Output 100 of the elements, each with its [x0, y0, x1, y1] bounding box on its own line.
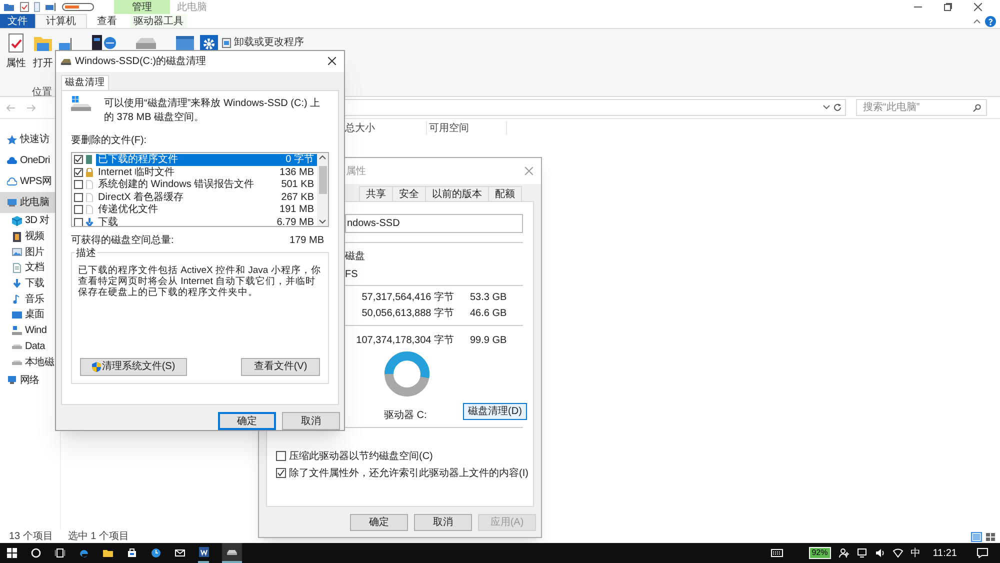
drive-label: 驱动器 C: — [384, 409, 427, 423]
intro-text: 可以使用“磁盘清理”来释放 Windows-SSD (C:) 上的 378 MB 磁盘空间。 — [104, 96, 322, 125]
start-icon[interactable] — [6, 548, 16, 558]
file-size: 6.79 MB — [276, 216, 314, 226]
drive-icon[interactable] — [227, 547, 237, 557]
task-view-icon[interactable] — [54, 548, 64, 558]
checkbox[interactable] — [74, 168, 83, 177]
list-row[interactable]: 传递优化文件 191 MB — [74, 204, 317, 216]
help-icon[interactable] — [985, 16, 996, 26]
tab[interactable]: 配额 — [488, 186, 522, 201]
keyboard-icon[interactable] — [770, 548, 783, 558]
disk-cleanup-button[interactable]: 磁盘清理(D) — [463, 403, 527, 420]
cube-icon — [12, 216, 22, 226]
check-icon — [277, 469, 285, 477]
scroll-down-icon[interactable] — [319, 218, 326, 224]
description-text: 已下载的程序文件包括 ActiveX 控件和 Java 小程序，你查看特定网页时将会从 Internet 自动下载它们，并临时保存在硬盘上的已下载的程序文件夹中。 — [78, 264, 322, 298]
byte-count: 107,374,178,304 字节 — [355, 334, 454, 348]
nav-item[interactable]: 桌面 — [0, 307, 60, 323]
ribbon-tab[interactable]: 驱动器工具 — [130, 14, 187, 28]
ribbon-tab[interactable]: 文件 — [0, 14, 35, 28]
nav-item[interactable]: WPS网 — [0, 171, 60, 192]
close-icon[interactable] — [328, 57, 336, 66]
search-icon[interactable] — [30, 548, 40, 558]
filesystem-text: FS — [345, 268, 359, 281]
volume-icon[interactable] — [874, 548, 885, 558]
nav-item[interactable]: 音乐 — [0, 291, 60, 308]
close-icon[interactable] — [974, 3, 982, 11]
nav-item[interactable]: Data — [0, 338, 60, 354]
media-server-icon[interactable] — [92, 33, 118, 51]
network-icon — [7, 375, 17, 386]
nav-item[interactable]: 本地磁 — [0, 354, 60, 370]
ribbon-tab[interactable]: 查看 — [87, 14, 127, 28]
dialog-button[interactable]: 取消 — [282, 412, 340, 430]
nav-item[interactable]: Wind — [0, 322, 60, 338]
tab[interactable]: 磁盘清理 — [61, 74, 109, 90]
nav-item[interactable]: 3D 对 — [0, 213, 60, 229]
nav-item[interactable]: 下载 — [0, 276, 60, 292]
edge-icon[interactable] — [78, 548, 88, 558]
nav-item[interactable]: 快速访 — [0, 129, 60, 150]
film-icon — [12, 232, 22, 242]
wifi-icon[interactable] — [892, 548, 903, 558]
monitor-icon[interactable] — [856, 548, 867, 558]
file-size: 191 MB — [280, 203, 314, 218]
scrollbar-thumb[interactable] — [318, 166, 326, 194]
view-files-button[interactable]: 查看文件(V) — [241, 358, 320, 376]
checkbox[interactable] — [276, 451, 286, 461]
people-icon[interactable] — [838, 548, 849, 558]
file-size: 267 KB — [281, 190, 314, 205]
nav-item[interactable]: 图片 — [0, 244, 60, 260]
tab[interactable]: 安全 — [392, 186, 426, 201]
details-view-icon[interactable] — [971, 532, 982, 542]
clean-system-button[interactable]: 清理系统文件(S) — [80, 358, 187, 376]
search-field[interactable]: 搜索“此电脑” — [856, 99, 987, 116]
scroll-up-icon[interactable] — [319, 154, 326, 160]
folder-icon[interactable] — [102, 548, 112, 558]
nav-item[interactable]: 视频 — [0, 228, 60, 244]
nav-item[interactable]: 文档 — [0, 260, 60, 276]
input-method-indicator[interactable]: 中 — [910, 546, 921, 560]
file-size: 0 字节 — [286, 153, 314, 168]
list-row[interactable]: DirectX 着色器缓存 267 KB — [74, 191, 317, 204]
monitor-icon[interactable] — [45, 2, 57, 12]
window-icon[interactable] — [174, 33, 196, 51]
notification-icon[interactable] — [977, 548, 988, 558]
tiles-view-icon[interactable] — [985, 532, 996, 542]
checkbox[interactable] — [74, 218, 83, 226]
refresh-icon[interactable] — [833, 103, 842, 112]
list-row[interactable]: 系统创建的 Windows 错误报告文件 501 KB — [74, 178, 317, 192]
nav-item[interactable]: OneDri — [0, 150, 60, 171]
tab[interactable]: 共享 — [359, 186, 393, 201]
checkbox[interactable] — [74, 205, 83, 214]
checkbox[interactable] — [74, 192, 83, 202]
window-title: 属性 — [346, 164, 366, 178]
mail-icon[interactable] — [174, 548, 184, 558]
dialog-button[interactable]: 取消 — [414, 514, 472, 531]
list-row[interactable]: Internet 临时文件 136 MB — [74, 166, 317, 179]
checkbox[interactable] — [276, 468, 286, 478]
dialog-button[interactable]: 确定 — [218, 412, 276, 430]
word-icon[interactable] — [198, 547, 208, 557]
uninstall-button[interactable]: 卸载或更改程序 — [222, 35, 304, 50]
file-size: 136 MB — [280, 166, 314, 180]
dialog-button[interactable]: 确定 — [350, 514, 408, 531]
ribbon-button[interactable]: 打开 — [31, 33, 55, 71]
file-name: 系统创建的 Windows 错误报告文件 — [98, 178, 254, 192]
clock-icon[interactable] — [150, 548, 160, 558]
checkbox[interactable] — [74, 180, 83, 190]
dropdown-icon[interactable] — [823, 105, 830, 110]
tab[interactable]: 以前的版本 — [425, 186, 489, 201]
clock-time[interactable]: 11:21 — [932, 546, 957, 560]
name-field[interactable]: ndows-SSD — [345, 214, 523, 233]
ribbon-button[interactable]: 属性 — [4, 33, 28, 71]
checkbox[interactable] — [74, 155, 83, 164]
nav-item[interactable]: 网络 — [0, 370, 60, 391]
context-tab-label[interactable]: 管理 — [114, 0, 170, 14]
restore-icon[interactable] — [944, 3, 952, 11]
column-header[interactable]: 可用空间 — [427, 121, 507, 135]
ribbon-tab[interactable]: 计算机 — [35, 14, 87, 28]
battery-level[interactable]: 92% — [808, 547, 831, 559]
collapse-ribbon-icon[interactable] — [973, 18, 981, 24]
store-icon[interactable] — [126, 548, 136, 558]
checklist-icon[interactable] — [20, 2, 29, 12]
